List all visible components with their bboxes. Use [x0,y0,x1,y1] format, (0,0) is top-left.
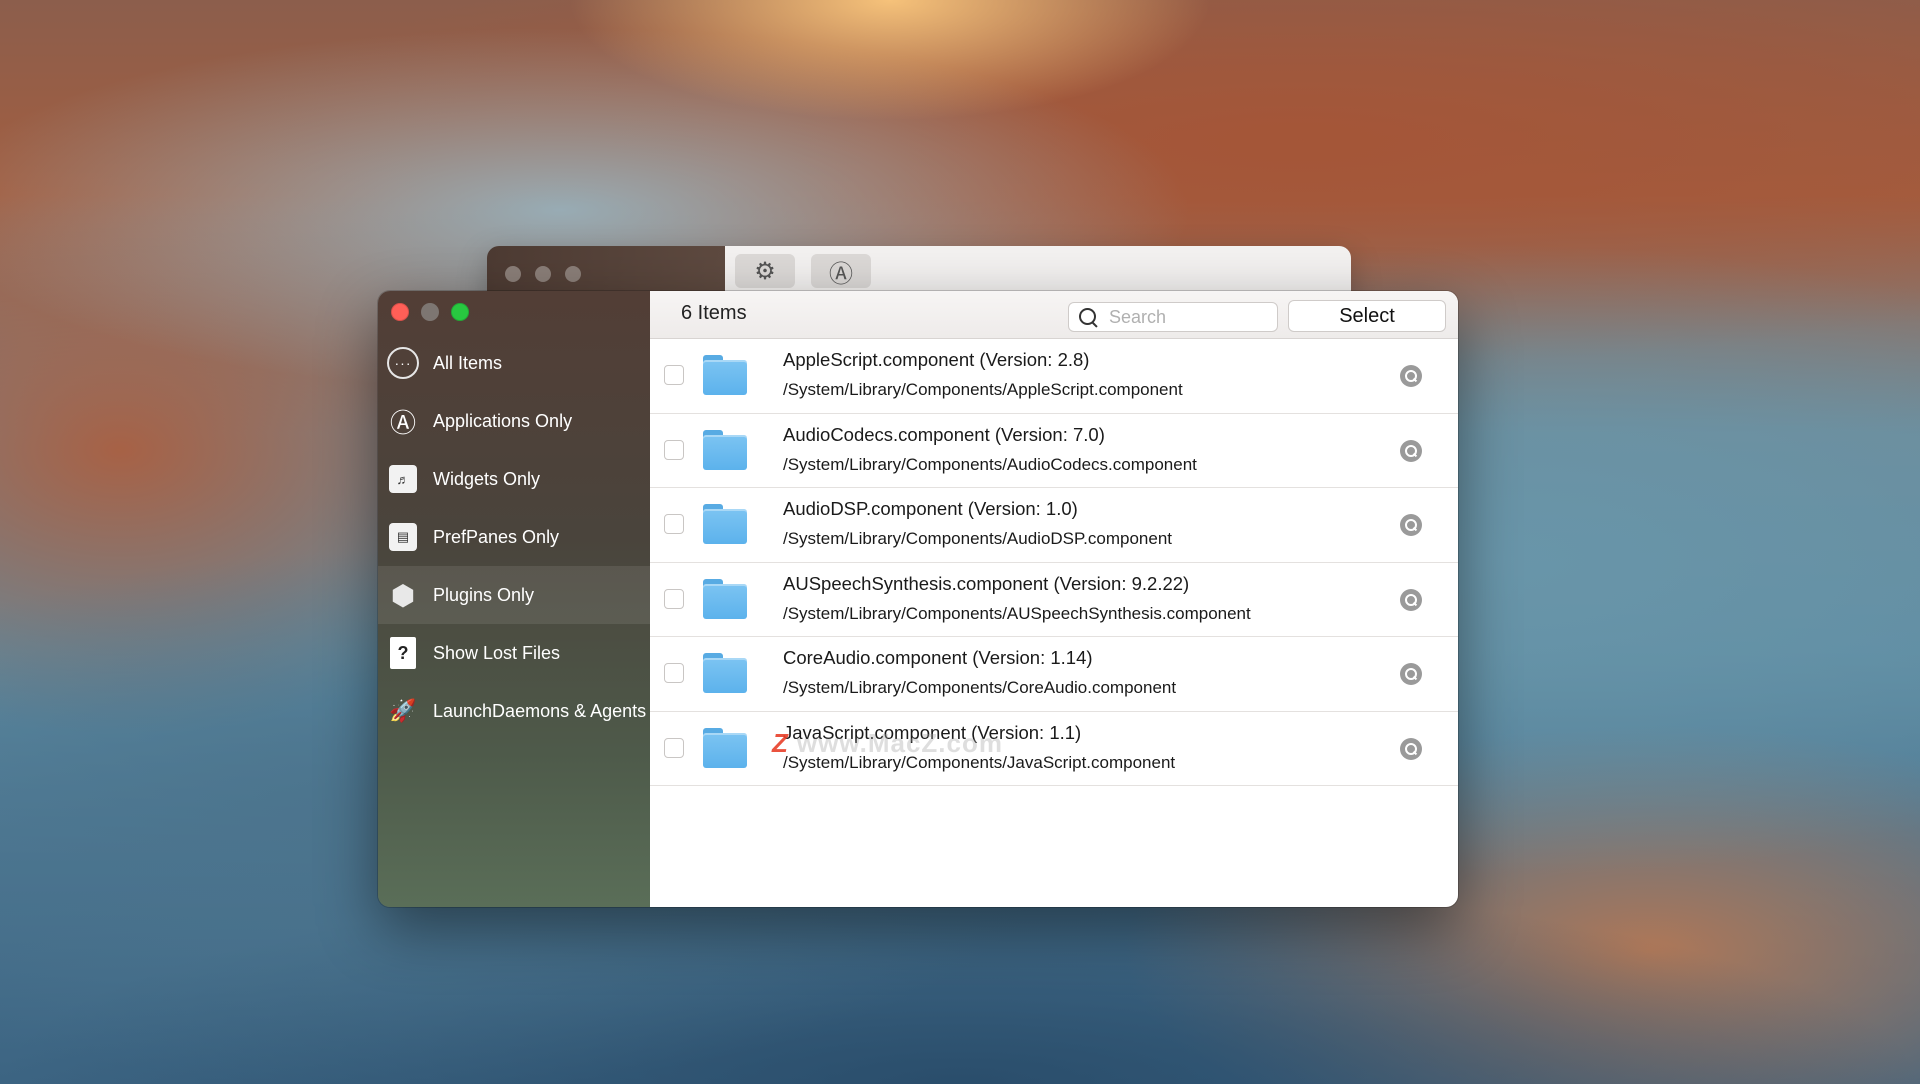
item-title: AudioCodecs.component (Version: 7.0) [783,423,1105,445]
item-count: 6 Items [681,302,747,324]
list-item[interactable]: AppleScript.component (Version: 2.8) /Sy… [650,339,1458,414]
item-checkbox[interactable] [664,588,684,609]
prefpane-icon: ▤ [389,523,417,551]
folder-icon [703,653,747,693]
item-title: AudioDSP.component (Version: 1.0) [783,498,1078,519]
sidebar-item-label: LaunchDaemons & Agents [433,700,647,721]
widgets-icon: ♬ [389,465,417,493]
item-title: AUSpeechSynthesis.component (Version: 9.… [783,572,1190,594]
sidebar-item-launchdaemons-agents[interactable]: 🚀 LaunchDaemons & Agents [378,682,650,740]
sidebar-item-label: PrefPanes Only [433,526,560,547]
list-item[interactable]: AudioDSP.component (Version: 1.0) /Syste… [650,488,1458,563]
sidebar-item-show-lost-files[interactable]: ? Show Lost Files [378,624,650,682]
sidebar-item-label: Plugins Only [433,584,535,605]
minimize-button[interactable] [421,303,439,321]
folder-icon [703,578,747,619]
app-store-icon: Ⓐ [389,407,416,438]
item-title: AppleScript.component (Version: 2.8) [783,349,1090,370]
watermark-logo: Z [772,728,789,758]
background-zoom-button[interactable] [565,266,581,282]
item-path: /System/Library/Components/AudioDSP.comp… [783,529,1172,548]
background-close-button[interactable] [505,266,521,282]
app-store-button[interactable]: Ⓐ [811,254,871,288]
search-field[interactable]: Search [1068,302,1278,332]
sidebar-item-widgets-only[interactable]: ♬ Widgets Only [378,450,650,508]
reveal-in-finder-icon[interactable] [1400,514,1422,536]
zoom-button[interactable] [451,303,469,321]
reveal-in-finder-icon[interactable] [1400,588,1422,611]
rocket-icon: 🚀 [389,698,417,723]
item-path: /System/Library/Components/AudioCodecs.c… [783,454,1197,474]
item-path: /System/Library/Components/CoreAudio.com… [783,678,1177,697]
list-item[interactable]: CoreAudio.component (Version: 1.14) /Sys… [650,637,1458,712]
sidebar: ··· All Items Ⓐ Applications Only ♬ Widg… [378,291,650,907]
content-pane: 6 Items Search Select AppleScript.compon… [650,291,1458,907]
plugin-cube-icon: ⬢ [390,579,416,611]
list-item[interactable]: AudioCodecs.component (Version: 7.0) /Sy… [650,413,1458,488]
sidebar-item-plugins-only[interactable]: ⬢ Plugins Only [378,566,650,624]
watermark-text: www.MacZ.com [796,728,1003,758]
select-button[interactable]: Select [1288,300,1446,332]
content-header: 6 Items Search Select [650,291,1458,339]
sidebar-item-label: Show Lost Files [433,642,561,663]
item-title: CoreAudio.component (Version: 1.14) [783,647,1093,668]
item-checkbox[interactable] [664,514,684,534]
question-document-icon: ? [390,637,416,669]
list-item[interactable]: AUSpeechSynthesis.component (Version: 9.… [650,562,1458,637]
main-window: ··· All Items Ⓐ Applications Only ♬ Widg… [378,291,1458,907]
folder-icon [703,429,747,470]
reveal-in-finder-icon[interactable] [1400,663,1422,685]
folder-icon [703,727,747,768]
item-path: /System/Library/Components/AppleScript.c… [783,380,1183,399]
close-button[interactable] [391,303,409,321]
sidebar-item-prefpanes-only[interactable]: ▤ PrefPanes Only [378,508,650,566]
item-path: /System/Library/Components/AUSpeechSynth… [783,603,1251,623]
folder-icon [703,504,747,544]
settings-button[interactable]: ⚙ [735,254,795,288]
folder-icon [703,355,747,395]
reveal-in-finder-icon[interactable] [1400,365,1422,387]
watermark: Zwww.MacZ.com [772,728,1003,759]
search-icon [1077,306,1099,328]
reveal-in-finder-icon[interactable] [1400,737,1422,760]
sidebar-item-all-items[interactable]: ··· All Items [378,334,650,392]
sidebar-item-label: All Items [433,352,503,373]
item-checkbox[interactable] [664,439,684,460]
sidebar-item-label: Widgets Only [433,468,541,489]
item-checkbox[interactable] [664,365,684,385]
reveal-in-finder-icon[interactable] [1400,439,1422,462]
item-checkbox[interactable] [664,737,684,758]
gear-icon: ⚙ [754,257,776,285]
ellipsis-circle-icon: ··· [387,347,419,379]
search-placeholder: Search [1109,306,1167,327]
sidebar-item-label: Applications Only [433,410,573,431]
item-checkbox[interactable] [664,663,684,683]
app-store-icon: Ⓐ [829,260,853,288]
sidebar-item-applications-only[interactable]: Ⓐ Applications Only [378,392,650,450]
background-minimize-button[interactable] [535,266,551,282]
item-list: AppleScript.component (Version: 2.8) /Sy… [650,339,1458,786]
sidebar-nav: ··· All Items Ⓐ Applications Only ♬ Widg… [378,334,650,740]
